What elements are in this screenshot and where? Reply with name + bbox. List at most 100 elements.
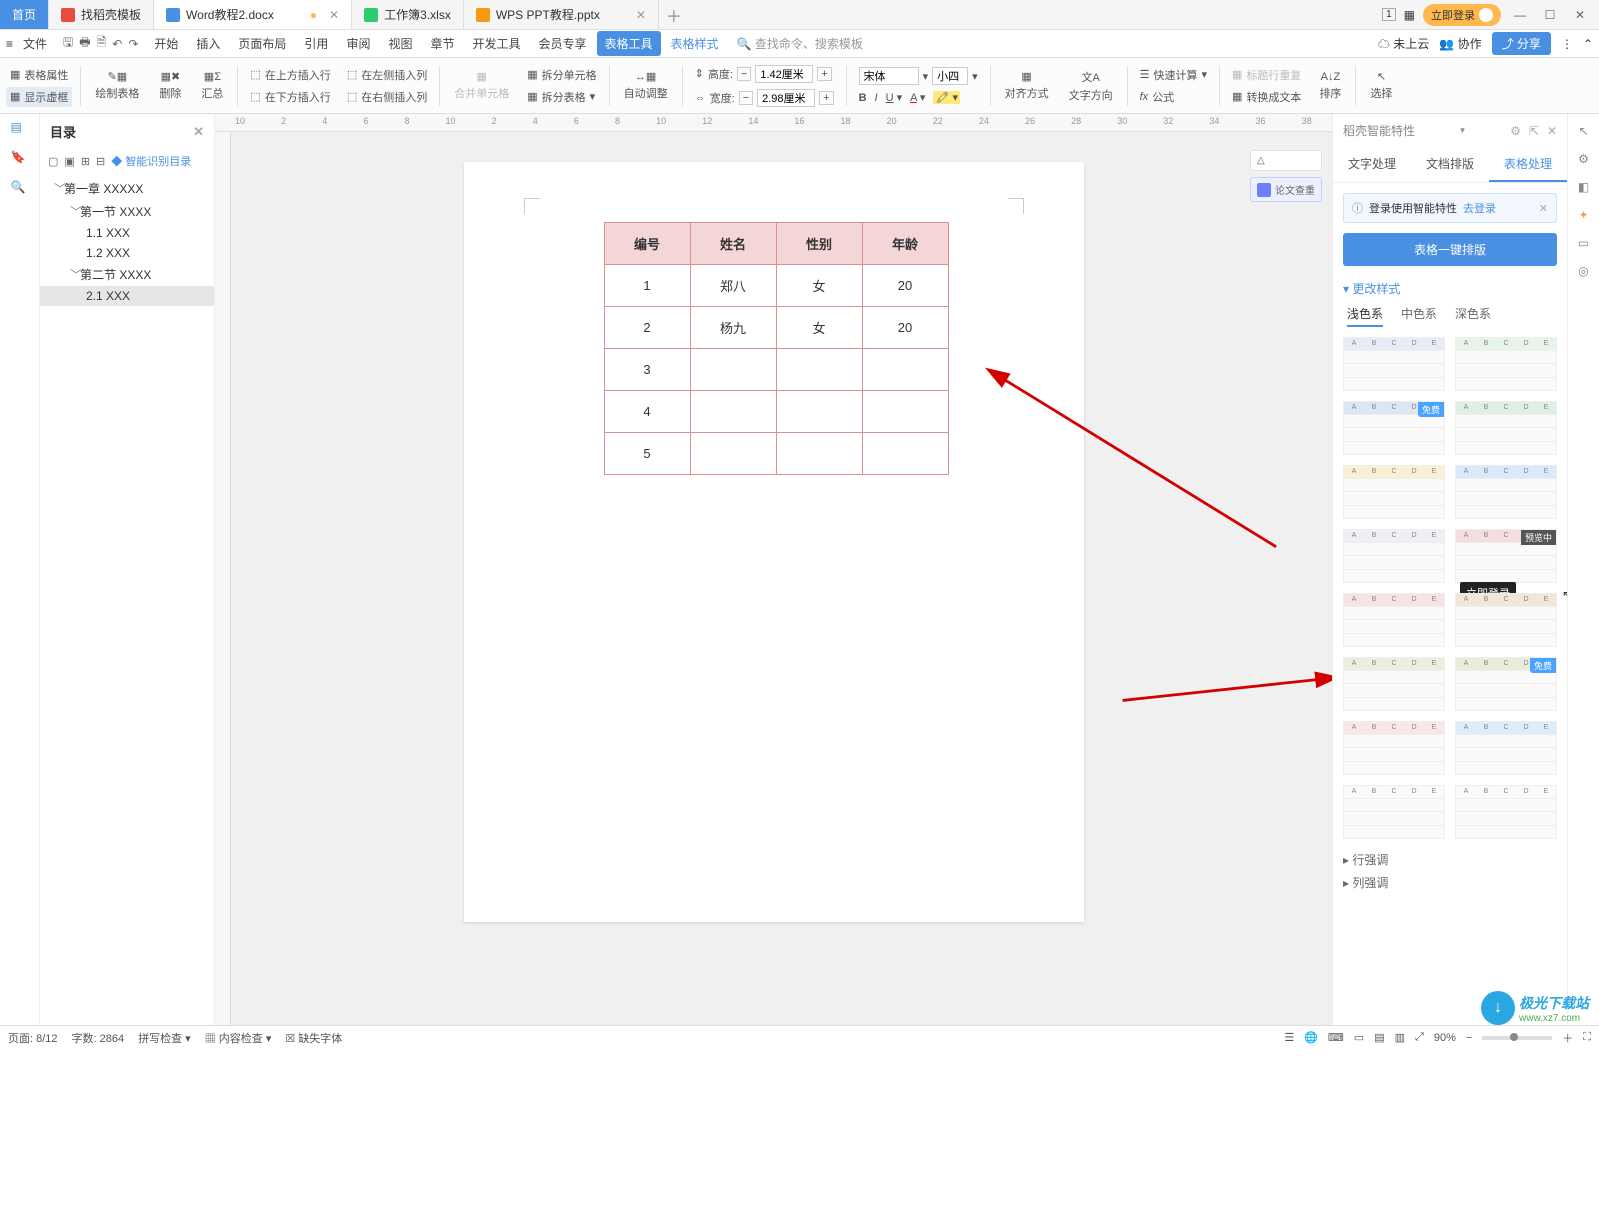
menu-member[interactable]: 会员专享 bbox=[531, 31, 595, 56]
table-props-button[interactable]: ▦ 表格属性 bbox=[6, 65, 72, 85]
menu-chapter[interactable]: 章节 bbox=[422, 31, 462, 56]
close-window-icon[interactable]: ✕ bbox=[1569, 8, 1591, 22]
step-minus[interactable]: − bbox=[739, 91, 753, 105]
settings-tool-icon[interactable]: ⚙ bbox=[1578, 152, 1589, 166]
tab-home[interactable]: 首页 bbox=[0, 0, 49, 29]
search-input[interactable]: 🔍 查找命令、搜索模板 bbox=[737, 35, 863, 52]
collapse-icon[interactable]: ⌃ bbox=[1583, 37, 1593, 51]
delete-button[interactable]: ▦✖删除 bbox=[153, 68, 187, 103]
tab-word-doc[interactable]: Word教程2.docx ● ✕ bbox=[154, 0, 352, 29]
insert-col-right-button[interactable]: ⬚ 在右侧插入列 bbox=[343, 87, 431, 107]
lang-icon[interactable]: 🌐 bbox=[1304, 1031, 1318, 1044]
reading-mode-icon[interactable]: ☰ bbox=[1284, 1031, 1294, 1044]
template-item[interactable]: ABCDE bbox=[1455, 337, 1557, 391]
summary-button[interactable]: ▦Σ汇总 bbox=[195, 68, 229, 103]
book-tool-icon[interactable]: ▭ bbox=[1578, 236, 1589, 250]
collapse-all-icon[interactable]: ▢ bbox=[48, 155, 58, 168]
split-table-button[interactable]: ▦ 拆分表格 ▾ bbox=[523, 87, 600, 107]
template-item-highlight[interactable]: ABCDE 预览中 立即登录 ↖ bbox=[1455, 529, 1557, 583]
insert-row-below-button[interactable]: ⬚ 在下方插入行 bbox=[246, 87, 334, 107]
menu-insert[interactable]: 插入 bbox=[188, 31, 228, 56]
font-color-icon[interactable]: A ▾ bbox=[910, 91, 925, 104]
font-select[interactable] bbox=[859, 67, 919, 85]
th-id[interactable]: 编号 bbox=[604, 223, 690, 265]
template-item[interactable]: ABCDE bbox=[1455, 401, 1557, 455]
undo-icon[interactable]: ↶ bbox=[112, 37, 122, 51]
to-text-button[interactable]: ▦ 转换成文本 bbox=[1228, 87, 1305, 107]
template-item[interactable]: ABCDE bbox=[1343, 337, 1445, 391]
tree-item11[interactable]: 1.1 XXX bbox=[40, 223, 214, 243]
maximize-icon[interactable]: ☐ bbox=[1539, 8, 1561, 22]
insert-row-above-button[interactable]: ⬚ 在上方插入行 bbox=[246, 65, 334, 85]
tab-xlsx[interactable]: 工作簿3.xlsx bbox=[352, 0, 464, 29]
outline-view-icon[interactable]: ▤ bbox=[1374, 1031, 1384, 1044]
menu-icon[interactable]: ≡ bbox=[6, 37, 13, 51]
zoom-out-icon[interactable]: − bbox=[1466, 1032, 1472, 1044]
close-icon[interactable]: ✕ bbox=[193, 124, 204, 140]
bold-icon[interactable]: B bbox=[859, 92, 867, 104]
page-status[interactable]: 页面: 8/12 bbox=[8, 1030, 58, 1046]
step-plus[interactable]: + bbox=[819, 91, 833, 105]
highlight-icon[interactable]: 🖍 ▾ bbox=[933, 91, 960, 104]
table-row[interactable]: 2杨九女20 bbox=[604, 307, 948, 349]
minimize-icon[interactable]: — bbox=[1509, 8, 1531, 22]
table-row[interactable]: 1郑八女20 bbox=[604, 265, 948, 307]
quick-calc-button[interactable]: ☰ 快速计算 ▾ bbox=[1136, 65, 1211, 85]
autofit-button[interactable]: ↔▦自动调整 bbox=[618, 68, 674, 103]
login-button[interactable]: 立即登录 bbox=[1423, 4, 1501, 26]
close-icon[interactable]: ✕ bbox=[329, 8, 339, 22]
search-icon[interactable]: 🔍 bbox=[11, 180, 29, 198]
menu-tablestyle[interactable]: 表格样式 bbox=[663, 31, 727, 56]
show-grid-button[interactable]: ▦ 显示虚框 bbox=[6, 87, 72, 107]
menu-pagelayout[interactable]: 页面布局 bbox=[230, 31, 294, 56]
sort-button[interactable]: A↓Z排序 bbox=[1313, 69, 1347, 103]
sparkle-tool-icon[interactable]: ✦ bbox=[1578, 208, 1588, 222]
select-tool-icon[interactable]: ↖ bbox=[1578, 124, 1588, 138]
text-direction-button[interactable]: 文A文字方向 bbox=[1063, 67, 1119, 105]
menu-reference[interactable]: 引用 bbox=[296, 31, 336, 56]
select-button[interactable]: ↖选择 bbox=[1364, 68, 1398, 103]
tree-section2[interactable]: ﹀第二节 XXXX bbox=[40, 263, 214, 286]
template-item[interactable]: ABCDE bbox=[1455, 721, 1557, 775]
menu-view[interactable]: 视图 bbox=[380, 31, 420, 56]
th-gender[interactable]: 性别 bbox=[776, 223, 862, 265]
th-name[interactable]: 姓名 bbox=[690, 223, 776, 265]
word-count[interactable]: 字数: 2864 bbox=[72, 1030, 125, 1046]
tree-item21[interactable]: 2.1 XXX bbox=[40, 286, 214, 306]
menu-dev[interactable]: 开发工具 bbox=[464, 31, 528, 56]
size-select[interactable] bbox=[932, 67, 968, 85]
split-cells-button[interactable]: ▦ 拆分单元格 bbox=[523, 65, 600, 85]
add-icon[interactable]: ⊞ bbox=[81, 155, 90, 168]
go-login-link[interactable]: 去登录 bbox=[1463, 200, 1496, 216]
template-item[interactable]: ABCDE bbox=[1455, 465, 1557, 519]
float-triangle-button[interactable]: △ bbox=[1250, 150, 1322, 171]
share-button[interactable]: ⤴ 分享 bbox=[1492, 32, 1551, 55]
apps-icon[interactable]: ▦ bbox=[1404, 8, 1415, 22]
template-item[interactable]: ABCDE bbox=[1343, 785, 1445, 839]
template-item[interactable]: ABCDE bbox=[1343, 721, 1445, 775]
gear-icon[interactable]: ⚙ bbox=[1510, 124, 1521, 138]
menu-review[interactable]: 审阅 bbox=[338, 31, 378, 56]
zoom-in-icon[interactable]: ＋ bbox=[1562, 1030, 1573, 1046]
step-plus[interactable]: + bbox=[817, 67, 831, 81]
template-item[interactable]: ABCDE bbox=[1343, 465, 1445, 519]
row-highlight-toggle[interactable]: ▸ 行强调 bbox=[1343, 851, 1557, 868]
tab-table[interactable]: 表格处理 bbox=[1489, 147, 1567, 182]
template-item[interactable]: ABCDE免费 bbox=[1455, 657, 1557, 711]
menu-tabletools[interactable]: 表格工具 bbox=[597, 31, 661, 56]
template-item[interactable]: ABCDE bbox=[1343, 529, 1445, 583]
table-row[interactable]: 5 bbox=[604, 433, 948, 475]
tab-templates[interactable]: 找稻壳模板 bbox=[49, 0, 154, 29]
table-row[interactable]: 3 bbox=[604, 349, 948, 391]
template-item[interactable]: ABCDE bbox=[1343, 657, 1445, 711]
smart-outline-button[interactable]: ◆ 智能识别目录 bbox=[111, 153, 191, 169]
close-icon[interactable]: ✕ bbox=[1547, 124, 1557, 138]
close-icon[interactable]: ✕ bbox=[1539, 202, 1548, 215]
title-repeat-button[interactable]: ▦ 标题行重复 bbox=[1228, 65, 1305, 85]
zoom-value[interactable]: 90% bbox=[1434, 1032, 1456, 1044]
outline-icon[interactable]: ▤ bbox=[11, 120, 29, 138]
tree-item12[interactable]: 1.2 XXX bbox=[40, 243, 214, 263]
print-icon[interactable]: 🖶 bbox=[79, 33, 90, 54]
colortab-dark[interactable]: 深色系 bbox=[1455, 305, 1491, 327]
italic-icon[interactable]: I bbox=[875, 92, 878, 104]
